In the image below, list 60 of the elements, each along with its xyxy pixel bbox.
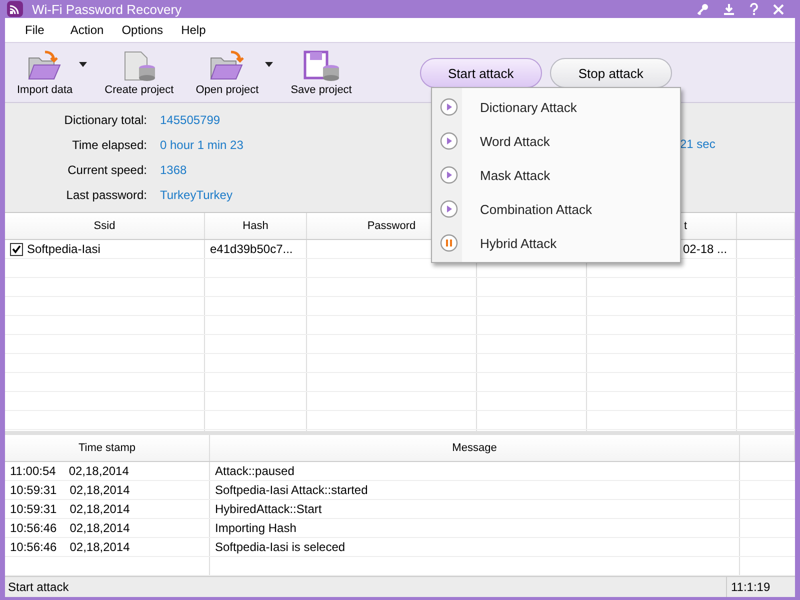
log-date: 02,18,2014 [68,464,129,478]
help-icon[interactable] [749,3,759,15]
log-time: 10:56:46 [10,521,57,535]
stat-label: Last password: [65,188,147,202]
menu-item[interactable]: Action [70,23,104,37]
log-message: Importing Hash [215,521,296,535]
menu-item[interactable]: Mask Attack [432,158,680,192]
log-date: 02,18,2014 [70,502,130,516]
column-header[interactable]: Message [210,435,740,461]
toolbar-button[interactable]: Open project [192,50,263,96]
status-time: 11:1:19 [726,577,795,597]
column-header[interactable]: Time stamp [5,435,210,461]
caret-icon[interactable] [264,62,273,66]
log-date: 02,18,2014 [70,540,130,554]
stat-value: 145505799 [160,112,220,126]
log-time: 10:56:46 [10,540,57,554]
key-icon[interactable] [697,3,709,15]
close-icon[interactable] [773,4,784,14]
stat-label: Time elapsed: [71,138,147,152]
attack-button[interactable]: Stop attack [550,58,672,88]
menu-item[interactable]: File [25,23,44,37]
log-message: Softpedia-Iasi is seleced [215,540,346,554]
log-message: Attack::paused [215,464,294,478]
menu-item[interactable]: Word Attack [432,124,680,158]
play-icon [440,200,458,218]
stat-label: Current speed: [66,162,147,176]
log-time: 10:59:31 [10,502,57,516]
stat-value: 1368 [160,162,187,176]
play-icon [440,166,458,184]
attack-button[interactable]: Start attack [420,58,542,88]
table-cell: Softpedia-Iasi [27,242,100,256]
log-date: 02,18,2014 [70,483,130,497]
log-message: HybiredAttack::Start [215,502,322,516]
log-time: 11:00:54 [10,464,56,478]
floppy-database-icon [301,50,342,82]
column-header[interactable]: Ssid [5,213,205,239]
caret-icon[interactable] [78,62,87,66]
menu-item[interactable]: Dictionary Attack [432,90,680,124]
log-date: 02,18,2014 [70,521,130,535]
menu-item[interactable]: Help [181,23,206,37]
table-cell: 02-18 ... [683,242,728,256]
play-icon [440,98,458,116]
stat-value: 0 hour 1 min 23 [160,138,244,152]
stat-label: Dictionary total: [63,112,147,126]
play-icon [440,132,458,150]
window-title: Wi-Fi Password Recovery [32,2,182,16]
checkbox[interactable] [10,242,23,256]
status-message: Start attack [7,580,70,594]
stat-value: TurkeyTurkey [160,188,232,202]
pause-icon [440,234,458,252]
table-cell: e41d39b50c7... [210,242,293,256]
log-time: 10:59:31 [10,483,57,497]
download-icon[interactable] [723,3,735,15]
toolbar-button[interactable]: Create project [100,50,178,96]
toolbar-button[interactable]: Save project [286,50,356,96]
log-message: Softpedia-Iasi Attack::started [215,483,368,497]
stat-value: 21 sec [680,137,716,151]
column-header[interactable]: Hash [205,213,307,239]
toolbar-button[interactable]: Import data [13,50,77,96]
menu-item[interactable]: Options [122,23,164,37]
